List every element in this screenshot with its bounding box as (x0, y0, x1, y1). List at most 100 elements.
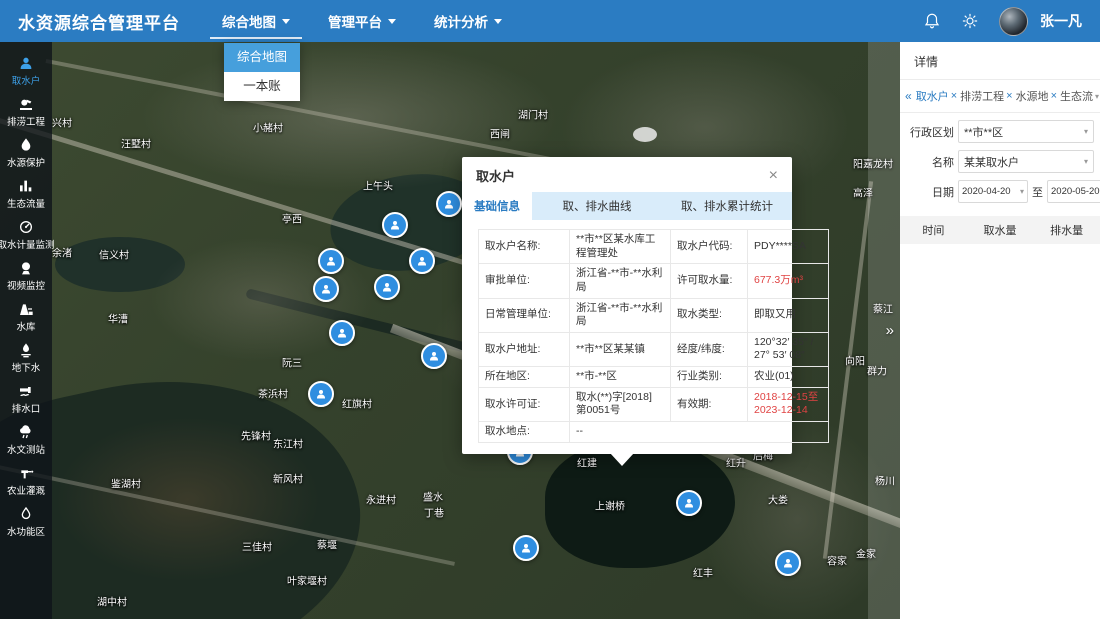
map-place-label: 叶家堰村 (287, 573, 327, 588)
sidebar-item-station[interactable]: 水文测站 (7, 424, 45, 456)
close-icon[interactable]: × (951, 90, 957, 102)
nav-item-1[interactable]: 综合地图 (220, 0, 292, 42)
sidebar-item-pump[interactable]: 排涝工程 (7, 96, 45, 128)
field-label: 行业类别: (671, 367, 748, 388)
app-window: 兴村汪墅村小赭村西闸湖门村阳嘉龙村高泽上午头亭西余渚信义村华漕蔡江阮三茶浜村红旗… (0, 0, 1100, 619)
modal-tab-1[interactable]: 基础信息 (462, 192, 532, 220)
sidebar-item-groundwater[interactable]: 地下水 (12, 342, 41, 374)
panel-tab-label: 取水户 (916, 88, 949, 104)
map-menu-dropdown: 综合地图一本账 (224, 43, 300, 101)
water-user-marker[interactable] (308, 381, 334, 407)
bell-icon[interactable] (923, 12, 941, 30)
map-place-label: 茶浜村 (258, 386, 288, 401)
water-user-marker[interactable] (318, 248, 344, 274)
dropdown-item[interactable]: 综合地图 (224, 43, 300, 72)
sidebar-item-label: 水库 (16, 319, 35, 333)
sidebar-item-meter[interactable]: 取水计量监测 (0, 219, 55, 251)
flow-icon (18, 178, 34, 194)
username[interactable]: 张一凡 (1040, 11, 1082, 31)
map-place-label: 汪墅村 (121, 136, 151, 151)
user-icon (428, 350, 440, 362)
user-icon (381, 281, 393, 293)
field-value: **市**区某某镇 (570, 332, 671, 366)
water-user-marker[interactable] (382, 212, 408, 238)
sidebar-item-label: 水功能区 (7, 524, 45, 538)
date-from-select[interactable]: 2020-04-20 ▾ (958, 180, 1028, 203)
map-place-label: 向阳 (845, 353, 865, 368)
map-place-label: 信义村 (99, 247, 129, 262)
sidebar-item-label: 取水计量监测 (0, 237, 55, 251)
region-value: **市**区 (964, 124, 1003, 140)
water-user-marker[interactable] (775, 550, 801, 576)
user-icon (18, 55, 34, 71)
dropdown-item[interactable]: 一本账 (224, 72, 300, 101)
basic-info-table: 取水户名称:**市**区某水库工程管理处取水户代码:PDY****SA审批单位:… (478, 229, 829, 443)
sidebar-item-flow[interactable]: 生态流量 (7, 178, 45, 210)
sidebar-item-user[interactable]: 取水户 (12, 55, 41, 87)
field-label: 审批单位: (479, 264, 570, 298)
field-label: 取水户地址: (479, 332, 570, 366)
sidebar-item-source[interactable]: 水源保护 (7, 137, 45, 169)
map-place-label: 丁巷 (424, 505, 444, 520)
name-select[interactable]: 某某取水户 ▾ (958, 150, 1094, 173)
panel-tabs: «取水户×排涝工程×水源地×生态流▾ (900, 80, 1100, 113)
nav-item-2[interactable]: 管理平台 (326, 0, 398, 42)
map-stadium (633, 127, 657, 142)
panel-tab-3[interactable]: 水源地× (1016, 88, 1057, 104)
map-place-label: 三佳村 (242, 539, 272, 554)
user-icon (325, 255, 337, 267)
modal-tab-2[interactable]: 取、排水曲线 (532, 192, 662, 220)
map-place-label: 先锋村 (241, 428, 271, 443)
sidebar-item-camera[interactable]: 视频监控 (7, 260, 45, 292)
meter-icon (18, 219, 34, 235)
user-icon (416, 255, 428, 267)
field-label: 有效期: (671, 387, 748, 421)
panel-tab-label: 排涝工程 (960, 88, 1004, 104)
collapse-left-icon[interactable]: « (905, 89, 912, 103)
nav-item-3[interactable]: 统计分析 (432, 0, 504, 42)
map-place-label: 湖门村 (518, 107, 548, 122)
col-drainage: 排水量 (1033, 222, 1100, 238)
table-row: 审批单位:浙江省-**市-**水利局许可取水量:677.3万m³ (479, 264, 829, 298)
sidebar-item-outlet[interactable]: 排水口 (12, 383, 41, 415)
result-table-header: 时间 取水量 排水量 (900, 216, 1100, 244)
water-user-marker[interactable] (436, 191, 462, 217)
date-to-label: 至 (1032, 184, 1043, 200)
field-value: -- (570, 422, 829, 443)
close-icon[interactable]: × (1006, 90, 1012, 102)
region-select[interactable]: **市**区 ▾ (958, 120, 1094, 143)
app-title: 水资源综合管理平台 (18, 9, 180, 34)
col-time: 时间 (900, 222, 967, 238)
panel-tab-4[interactable]: 生态流▾ (1060, 88, 1099, 104)
map-place-label: 盛水 (423, 489, 443, 504)
gear-icon[interactable] (961, 12, 979, 30)
map-place-label: 红升 (726, 455, 746, 470)
sidebar-item-zone[interactable]: 水功能区 (7, 506, 45, 538)
close-icon[interactable]: × (1051, 90, 1057, 102)
date-to-select[interactable]: 2020-05-20 ▾ (1047, 180, 1100, 203)
map-place-label: 湖中村 (97, 594, 127, 609)
avatar[interactable] (999, 7, 1028, 36)
map-place-label: 华漕 (108, 311, 128, 326)
panel-collapse-arrow[interactable]: » (886, 322, 894, 339)
map-place-label: 永进村 (366, 492, 396, 507)
field-value: 取水(**)字[2018] 第0051号 (570, 387, 671, 421)
panel-tab-1[interactable]: 取水户× (916, 88, 957, 104)
water-user-marker[interactable] (513, 535, 539, 561)
water-user-marker[interactable] (409, 248, 435, 274)
user-icon (336, 327, 348, 339)
panel-tab-2[interactable]: 排涝工程× (960, 88, 1012, 104)
water-user-marker[interactable] (313, 276, 339, 302)
water-user-marker[interactable] (421, 343, 447, 369)
water-user-marker[interactable] (329, 320, 355, 346)
close-icon[interactable]: × (769, 168, 778, 184)
sidebar-item-irrigation[interactable]: 农业灌溉 (7, 465, 45, 497)
modal-tab-3[interactable]: 取、排水累计统计 (662, 192, 792, 220)
water-user-marker[interactable] (374, 274, 400, 300)
sidebar-item-reservoir[interactable]: 水库 (16, 301, 35, 333)
topbar-right: 张一凡 (923, 7, 1082, 36)
name-row: 名称 某某取水户 ▾ (906, 150, 1094, 173)
field-label: 日常管理单位: (479, 298, 570, 332)
field-label: 所在地区: (479, 367, 570, 388)
water-user-marker[interactable] (676, 490, 702, 516)
